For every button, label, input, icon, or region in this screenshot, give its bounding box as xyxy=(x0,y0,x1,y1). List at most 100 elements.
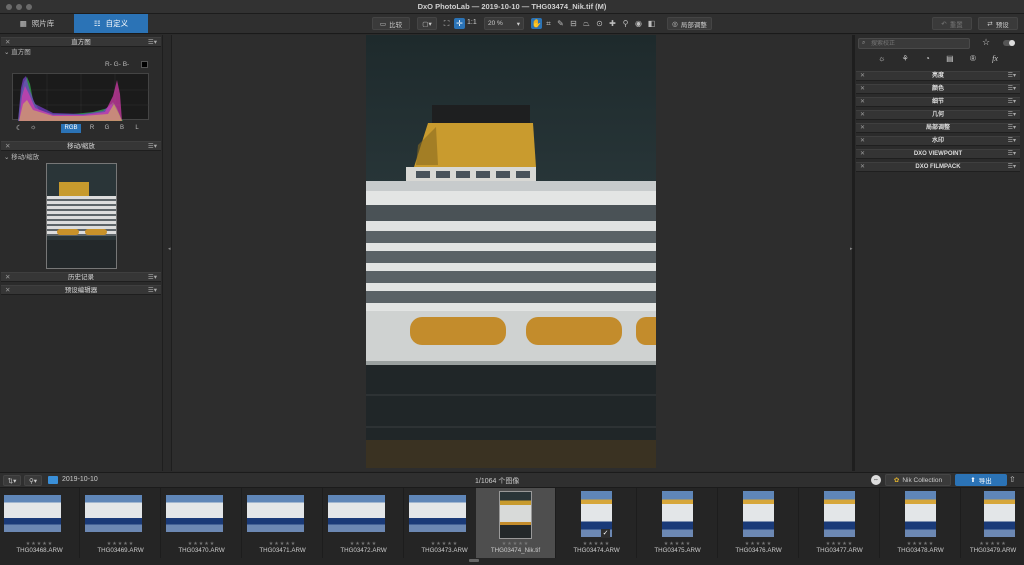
panel-menu-icon[interactable]: ☰▾ xyxy=(1008,150,1016,159)
close-icon[interactable]: ✕ xyxy=(860,163,865,172)
panel-menu-icon[interactable]: ☰▾ xyxy=(1008,163,1016,172)
geometry-icon[interactable]: ▤ xyxy=(946,54,954,66)
nik-collection-button[interactable]: ✿ Nik Collection xyxy=(885,474,951,486)
search-field[interactable]: ⌕ xyxy=(858,38,970,49)
zoom-select[interactable]: 20 % ▾ xyxy=(484,17,524,30)
repair-icon[interactable]: ✚ xyxy=(607,18,618,29)
thumbnail[interactable]: ★★★★★ THG03471.ARW xyxy=(243,488,323,558)
crop-icon[interactable]: ⌗ xyxy=(543,18,554,29)
search-input[interactable] xyxy=(871,40,967,48)
histogram-panel-header[interactable]: ✕ 直方图 ☰▾ xyxy=(1,37,161,47)
section-color[interactable]: ✕ 颜色 ☰▾ xyxy=(856,84,1020,94)
thumbnail[interactable]: ★★★★★ THG03475.ARW xyxy=(638,488,718,558)
thumbnail-selected[interactable]: ★★★★★ THG03474_Nik.tif xyxy=(476,488,556,558)
section-local-adjust[interactable]: ✕ 局部调整 ☰▾ xyxy=(856,123,1020,133)
panel-menu-icon[interactable]: ☰▾ xyxy=(1008,85,1016,94)
sort-button[interactable]: ⇅▾ xyxy=(3,475,21,486)
close-icon[interactable]: ✕ xyxy=(860,72,865,81)
image-viewer[interactable] xyxy=(172,35,852,471)
close-icon[interactable]: ✕ xyxy=(5,273,10,282)
panel-menu-icon[interactable]: ☰▾ xyxy=(148,286,157,295)
thumbnail[interactable]: ★★★★★ THG03478.ARW xyxy=(881,488,961,558)
thumbnail[interactable]: ★★★★★ THG03470.ARW xyxy=(162,488,242,558)
panel-menu-icon[interactable]: ☰▾ xyxy=(1008,137,1016,146)
horizon-icon[interactable]: ⊟ xyxy=(568,18,579,29)
panel-menu-icon[interactable]: ☰▾ xyxy=(148,142,157,151)
effects-icon[interactable]: fx xyxy=(992,54,998,66)
collapse-left-arrow-icon[interactable]: ◂ xyxy=(168,246,171,252)
light-icon[interactable]: ☼ xyxy=(878,54,885,66)
highlight-clip-icon[interactable]: ☼ xyxy=(30,124,36,131)
tab-photo-library[interactable]: ▦ 照片库 xyxy=(0,14,74,33)
watermark-icon[interactable]: ® xyxy=(970,54,976,66)
before-after-icon[interactable]: ◧ xyxy=(646,18,657,29)
channel-r-button[interactable]: R xyxy=(86,124,98,133)
section-viewpoint[interactable]: ✕ DXO VIEWPOINT ☰▾ xyxy=(856,149,1020,159)
history-panel-header[interactable]: ✕ 历史记录 ☰▾ xyxy=(1,272,161,282)
back-circle-icon[interactable]: ⇔ xyxy=(871,475,881,485)
tab-customize[interactable]: ☷ 自定义 xyxy=(74,14,148,33)
panel-menu-icon[interactable]: ☰▾ xyxy=(1008,111,1016,120)
section-watermark[interactable]: ✕ 水印 ☰▾ xyxy=(856,136,1020,146)
toggle-switch[interactable] xyxy=(1003,40,1015,46)
thumbnail[interactable]: ★★★★★ THG03479.ARW xyxy=(962,488,1024,558)
local-adjust-button[interactable]: ◎ 局部调整 xyxy=(667,17,712,30)
export-button[interactable]: ⬆ 导出 xyxy=(955,474,1007,486)
thumbnail[interactable]: ★★★★★ THG03472.ARW xyxy=(324,488,404,558)
close-icon[interactable]: ✕ xyxy=(860,137,865,146)
close-icon[interactable]: ✕ xyxy=(860,124,865,133)
channel-g-button[interactable]: G xyxy=(101,124,113,133)
thumbnail[interactable]: ★★★★★ THG03476.ARW xyxy=(719,488,799,558)
close-icon[interactable]: ✕ xyxy=(860,111,865,120)
white-balance-picker-icon[interactable]: ✎ xyxy=(555,18,566,29)
thumbnail[interactable]: ★★★★★ THG03469.ARW xyxy=(81,488,161,558)
left-panel-splitter[interactable] xyxy=(162,35,172,471)
detail-icon[interactable]: ◔ xyxy=(925,54,930,66)
reset-button[interactable]: ↶ 重置 xyxy=(932,17,972,30)
thumbnail[interactable]: ★★★★★ THG03473.ARW xyxy=(405,488,485,558)
channel-rgb-button[interactable]: RGB xyxy=(61,124,81,133)
navigator-thumbnail[interactable] xyxy=(46,163,117,269)
preset-editor-panel-header[interactable]: ✕ 预设编辑器 ☰▾ xyxy=(1,285,161,295)
close-icon[interactable]: ✕ xyxy=(860,85,865,94)
close-icon[interactable]: ✕ xyxy=(860,98,865,107)
eye-icon[interactable]: ◉ xyxy=(633,18,644,29)
star-filter-icon[interactable]: ☆ xyxy=(982,37,990,48)
close-icon[interactable]: ✕ xyxy=(860,150,865,159)
compare-button[interactable]: ▭ 比较 xyxy=(372,17,410,30)
thumbnail[interactable]: ★★★★★ THG03468.ARW xyxy=(0,488,80,558)
hand-tool-icon[interactable]: ✋ xyxy=(531,18,542,29)
display-mode-dropdown[interactable]: ▢▾ xyxy=(417,17,437,30)
filter-button[interactable]: ⚲▾ xyxy=(24,475,42,486)
panel-menu-icon[interactable]: ☰▾ xyxy=(1008,72,1016,81)
panel-menu-icon[interactable]: ☰▾ xyxy=(148,273,157,282)
thumbnail[interactable]: ✓ ★★★★★ THG03474.ARW xyxy=(557,488,637,558)
filmstrip[interactable]: ★★★★★ THG03468.ARW ★★★★★ THG03469.ARW ★★… xyxy=(0,488,1024,565)
color-icon[interactable]: ⚘ xyxy=(902,54,909,66)
shadow-clip-icon[interactable]: ☾ xyxy=(16,124,22,132)
channel-b-button[interactable]: B xyxy=(116,124,128,133)
move-zoom-icon[interactable]: ✛ xyxy=(454,18,465,29)
one-to-one-button[interactable]: 1:1 xyxy=(467,19,477,26)
close-icon[interactable]: ✕ xyxy=(5,286,10,295)
link-icon[interactable]: ⚲ xyxy=(620,18,631,29)
move-zoom-panel-header[interactable]: ✕ 移动/缩放 ☰▾ xyxy=(1,141,161,151)
section-filmpack[interactable]: ✕ DXO FILMPACK ☰▾ xyxy=(856,162,1020,172)
section-light[interactable]: ✕ 亮度 ☰▾ xyxy=(856,71,1020,81)
preset-button[interactable]: ⇄ 预设 xyxy=(978,17,1018,30)
panel-menu-icon[interactable]: ☰▾ xyxy=(148,38,157,47)
collapse-right-arrow-icon[interactable]: ▸ xyxy=(850,246,853,252)
thumbnail[interactable]: ★★★★★ THG03477.ARW xyxy=(800,488,880,558)
close-icon[interactable]: ✕ xyxy=(5,142,10,151)
perspective-icon[interactable]: ⏢ xyxy=(581,18,592,29)
panel-menu-icon[interactable]: ☰▾ xyxy=(1008,124,1016,133)
red-eye-icon[interactable]: ⊙ xyxy=(594,18,605,29)
panel-menu-icon[interactable]: ☰▾ xyxy=(1008,98,1016,107)
close-icon[interactable]: ✕ xyxy=(5,38,10,47)
channel-l-button[interactable]: L xyxy=(131,124,143,133)
section-geometry[interactable]: ✕ 几何 ☰▾ xyxy=(856,110,1020,120)
fit-screen-icon[interactable]: ⛶ xyxy=(441,18,452,29)
section-detail[interactable]: ✕ 细节 ☰▾ xyxy=(856,97,1020,107)
share-icon[interactable]: ⇧ xyxy=(1009,475,1016,484)
filmstrip-resize-handle[interactable] xyxy=(469,559,479,562)
